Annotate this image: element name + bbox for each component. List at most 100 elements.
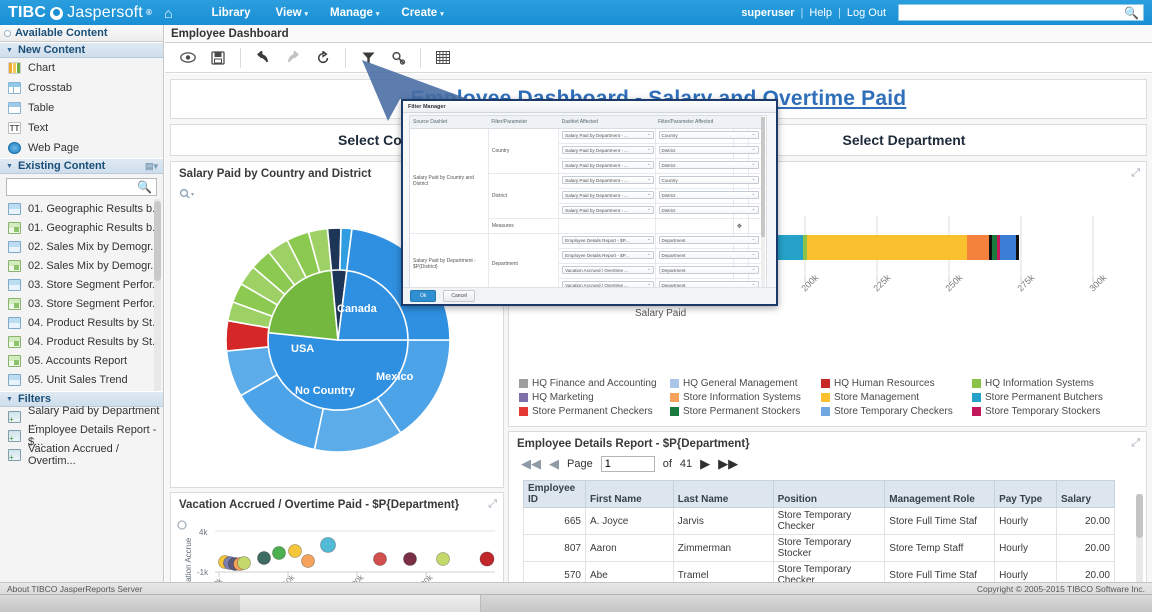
maximize-icon[interactable]: ⤢	[1131, 437, 1140, 450]
filter-item[interactable]: Vacation Accrued / Overtim...	[0, 443, 163, 467]
next-page-icon[interactable]: ▶	[700, 456, 710, 472]
param-affected-select[interactable]: Department	[658, 251, 759, 259]
page-number-input[interactable]	[600, 456, 655, 472]
cancel-button[interactable]: Cancel	[443, 290, 475, 302]
dashlet-affected-select[interactable]: Employee Details Report - $P...	[562, 236, 655, 244]
legend-item[interactable]: Store Temporary Checkers	[821, 406, 972, 417]
legend-item[interactable]: HQ Finance and Accounting	[519, 378, 670, 389]
param-affected-select[interactable]: Department	[658, 266, 759, 274]
last-page-icon[interactable]: ▶▶	[718, 456, 738, 472]
global-search[interactable]: 🔍	[898, 4, 1144, 21]
list-item[interactable]: 01. Geographic Results b...	[0, 218, 163, 237]
os-taskbar[interactable]	[0, 594, 1152, 612]
list-item[interactable]: 03. Store Segment Perfor...	[0, 275, 163, 294]
list-item[interactable]: 03. Store Segment Perfor...	[0, 294, 163, 313]
section-new-content[interactable]: ▼ New Content	[0, 42, 163, 58]
dlg-dashlet-affected-cell[interactable]: Salary Paid by Department - ...	[558, 203, 656, 219]
param-affected-select[interactable]: District	[658, 191, 759, 199]
dlg-add-cell[interactable]: ✥	[733, 218, 749, 234]
nav-item-manage[interactable]: Manage ▾	[319, 3, 390, 23]
new-content-crosstab[interactable]: Crosstab	[0, 78, 163, 98]
ok-button[interactable]: Ok	[410, 290, 437, 302]
dialog-scrollbar-thumb[interactable]	[761, 117, 765, 237]
dlg-dashlet-affected-cell[interactable]: Salary Paid by Department - ...	[558, 173, 656, 189]
param-affected-select[interactable]: Country	[658, 176, 759, 184]
dlg-param-affected-cell[interactable]: Department	[655, 248, 759, 264]
search-icon[interactable]: 🔍	[137, 180, 152, 194]
first-page-icon[interactable]: ◀◀	[521, 456, 541, 472]
legend-item[interactable]: Store Management	[821, 392, 972, 403]
column-header-last-name[interactable]: Last Name	[672, 480, 774, 508]
dlg-param-affected-cell[interactable]: Country	[655, 173, 759, 189]
dashlet-affected-select[interactable]: Salary Paid by Department - ...	[562, 146, 655, 154]
collapse-icon[interactable]	[4, 29, 11, 37]
dlg-dashlet-affected-cell[interactable]: Employee Details Report - $P...	[558, 248, 656, 264]
dlg-dashlet-affected-cell[interactable]: Salary Paid by Department - ...	[558, 158, 656, 174]
column-header-salary[interactable]: Salary	[1055, 480, 1116, 508]
list-item[interactable]: 05. Unit Sales Trend	[0, 370, 163, 389]
dlg-dashlet-affected-cell[interactable]: Salary Paid by Department - ...	[558, 188, 656, 204]
column-header-first-name[interactable]: First Name	[584, 480, 674, 508]
new-content-web-page[interactable]: Web Page	[0, 138, 163, 158]
existing-content-list[interactable]: 01. Geographic Results b... 01. Geograph…	[0, 199, 163, 391]
logout-link[interactable]: Log Out	[847, 7, 886, 19]
list-item[interactable]: 04. Product Results by St...	[0, 313, 163, 332]
nav-item-view[interactable]: View ▾	[265, 3, 320, 23]
dlg-dashlet-affected-cell[interactable]: Vacation Accrued / Overtime ...	[558, 263, 656, 279]
list-item[interactable]: 01. Geographic Results b...	[0, 199, 163, 218]
dashlet-affected-select[interactable]: Salary Paid by Department - ...	[562, 206, 655, 214]
legend-item[interactable]: HQ Information Systems	[972, 378, 1123, 389]
list-item[interactable]: 02. Sales Mix by Demogr...	[0, 256, 163, 275]
grid-button[interactable]	[428, 45, 458, 71]
nav-item-create[interactable]: Create ▾	[390, 3, 454, 23]
dashlet-affected-select[interactable]: Vacation Accrued / Overtime ...	[562, 266, 655, 274]
redo-button[interactable]	[278, 45, 308, 71]
home-icon[interactable]: ⌂	[152, 3, 182, 23]
dlg-dashlet-affected-cell[interactable]: Employee Details Report - $P...	[558, 233, 656, 249]
existing-content-search-input[interactable]	[7, 179, 133, 195]
undo-button[interactable]	[248, 45, 278, 71]
list-scrollbar-thumb[interactable]	[154, 201, 161, 281]
new-content-chart[interactable]: Chart	[0, 58, 163, 78]
dlg-param-affected-cell[interactable]: Department	[655, 233, 759, 249]
maximize-icon[interactable]: ⤢	[1131, 167, 1140, 180]
table-row[interactable]: 807 Aaron Zimmerman Store Temporary Stoc…	[523, 534, 1116, 562]
param-affected-select[interactable]: Country	[658, 131, 759, 139]
column-header-management-role[interactable]: Management Role	[884, 480, 996, 508]
properties-button[interactable]	[383, 45, 413, 71]
maximize-icon[interactable]: ⤢	[488, 498, 497, 511]
dlg-dashlet-affected-cell[interactable]: Salary Paid by Department - ...	[558, 143, 656, 159]
list-item[interactable]: 05. Accounts Report	[0, 351, 163, 370]
new-content-text[interactable]: TT Text	[0, 118, 163, 138]
legend-item[interactable]: HQ Human Resources	[821, 378, 972, 389]
dlg-param-affected-cell[interactable]: Department	[655, 263, 759, 279]
dashlet-affected-select[interactable]: Salary Paid by Department - ...	[562, 191, 655, 199]
refresh-button[interactable]	[308, 45, 338, 71]
about-link[interactable]: About TIBCO JasperReports Server	[7, 584, 142, 594]
param-affected-select[interactable]: District	[658, 146, 759, 154]
legend-item[interactable]: Store Permanent Checkers	[519, 406, 670, 417]
legend-item[interactable]: HQ Marketing	[519, 392, 670, 403]
dialog-row[interactable]: Salary Paid by Department - $P{District}…	[410, 233, 764, 287]
dashlet-affected-select[interactable]: Salary Paid by Department - ...	[562, 131, 655, 139]
dlg-param-affected-cell[interactable]: District	[655, 203, 759, 219]
legend-item[interactable]: Store Information Systems	[670, 392, 821, 403]
existing-content-search[interactable]: 🔍	[6, 178, 157, 196]
dlg-param-affected-cell[interactable]: District	[655, 158, 759, 174]
dashlet-affected-select[interactable]: Salary Paid by Department - ...	[562, 176, 655, 184]
search-icon[interactable]: 🔍	[1124, 6, 1139, 20]
legend-item[interactable]: HQ General Management	[670, 378, 821, 389]
filter-manager-dialog[interactable]: Filter Manager Source Dashlet Filter/Par…	[401, 99, 778, 306]
dlg-dashlet-affected-cell[interactable]: Salary Paid by Department - ...	[558, 128, 656, 144]
table-row[interactable]: 665 A. Joyce Jarvis Store Temporary Chec…	[523, 507, 1116, 535]
param-affected-select[interactable]: District	[658, 206, 759, 214]
dlg-param-affected-cell[interactable]: Country	[655, 128, 759, 144]
legend-item[interactable]: Store Temporary Stockers	[972, 406, 1123, 417]
column-header-position[interactable]: Position	[772, 480, 886, 508]
previous-page-icon[interactable]: ◀	[549, 456, 559, 472]
dialog-row[interactable]: Salary Paid by Country and District Coun…	[410, 128, 764, 234]
list-item[interactable]: 04. Product Results by St...	[0, 332, 163, 351]
help-link[interactable]: Help	[809, 7, 832, 19]
list-item[interactable]: 02. Sales Mix by Demogr...	[0, 237, 163, 256]
folder-options-icon[interactable]: ▤▾	[145, 161, 158, 172]
